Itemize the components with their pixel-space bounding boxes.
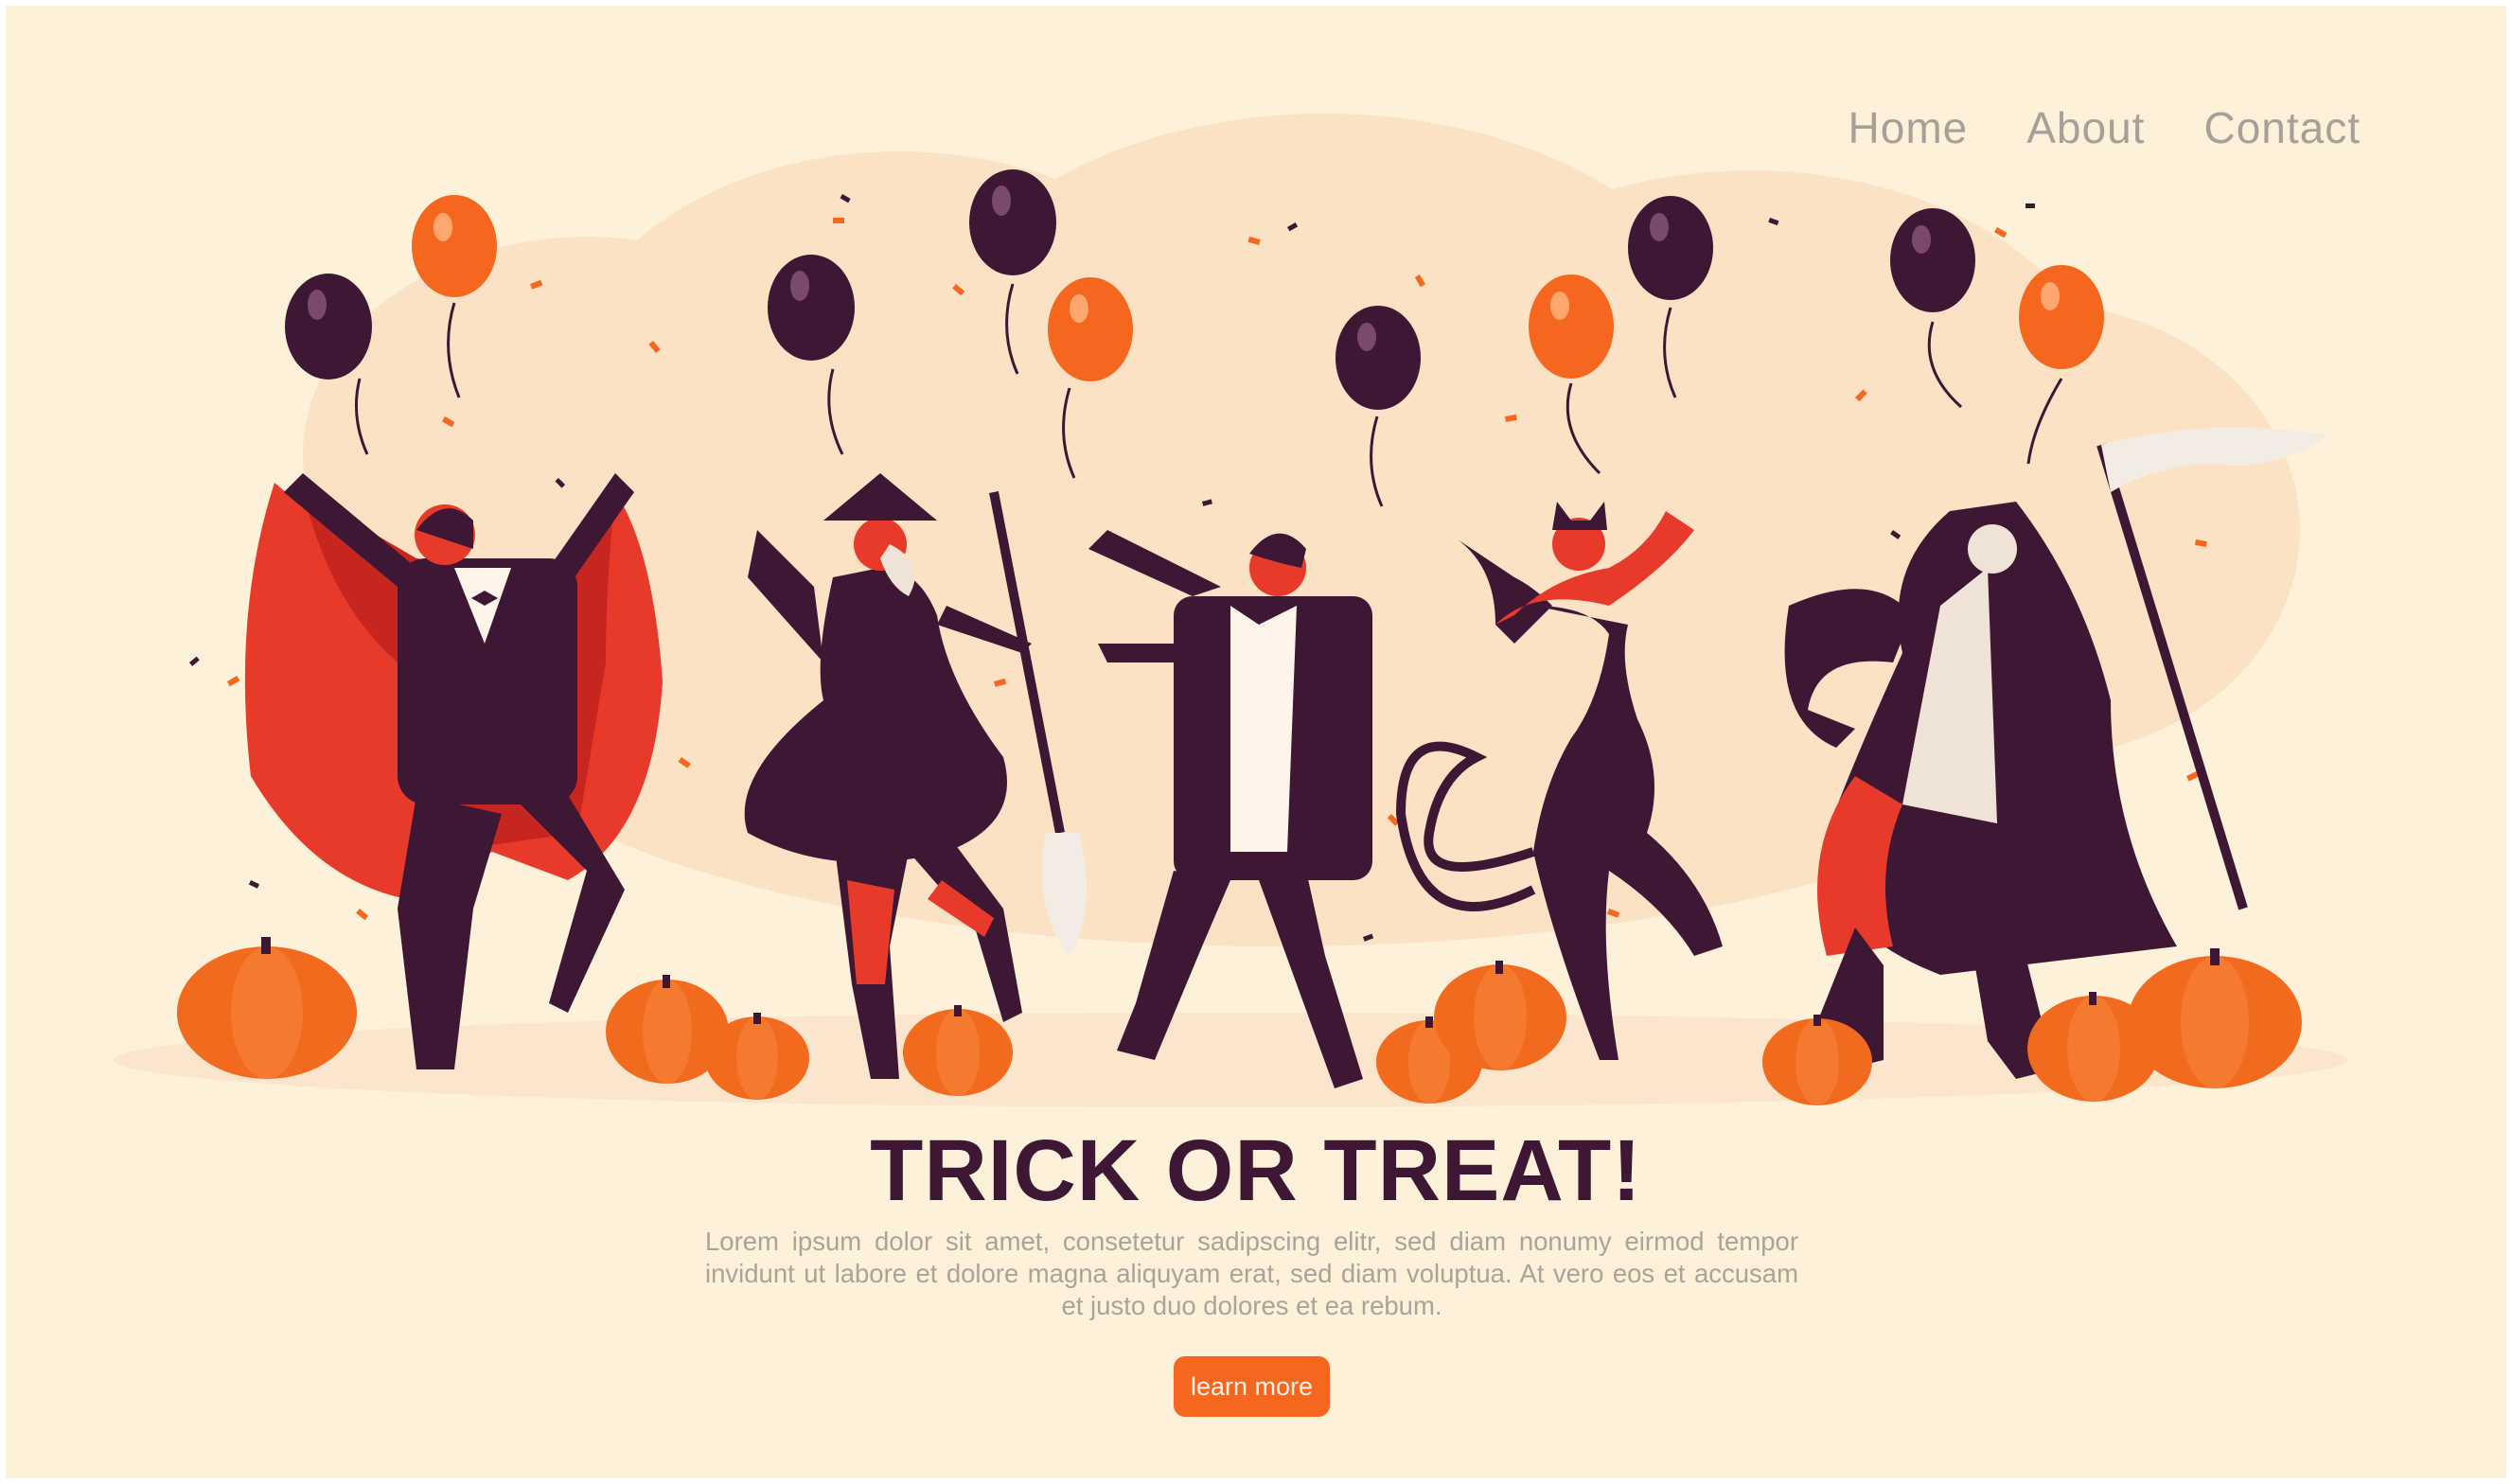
pumpkin — [1434, 961, 1566, 1070]
nav-link-about[interactable]: About — [2026, 102, 2145, 153]
learn-more-button[interactable]: learn more — [1174, 1356, 1330, 1417]
top-navigation: Home About Contact — [1849, 102, 2361, 153]
landing-page: Home About Contact TRICK OR TREAT! Lorem… — [0, 0, 2512, 1484]
pumpkin — [2128, 948, 2302, 1088]
hero-headline: TRICK OR TREAT! — [870, 1122, 1642, 1219]
nav-link-contact[interactable]: Contact — [2203, 102, 2361, 153]
pumpkin — [177, 937, 357, 1079]
nav-link-home[interactable]: Home — [1849, 102, 1969, 153]
hero-body-text: Lorem ipsum dolor sit amet, consetetur s… — [705, 1227, 1798, 1320]
